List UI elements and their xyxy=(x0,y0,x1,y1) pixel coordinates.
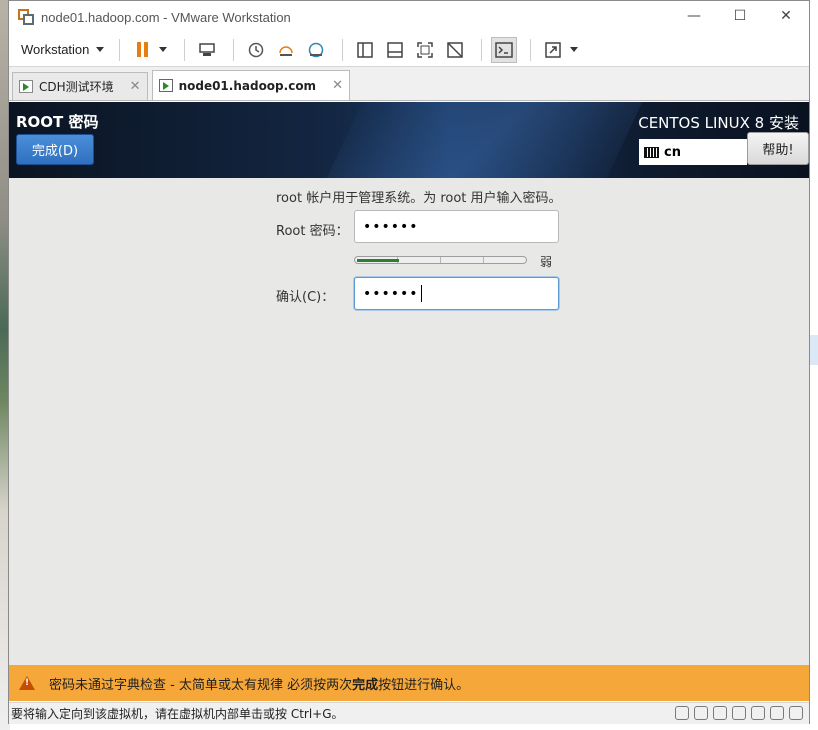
root-password-label: Root 密码： xyxy=(276,224,349,239)
warning-icon xyxy=(19,676,35,690)
snapshot-manager-icon xyxy=(309,42,324,57)
printer-icon[interactable] xyxy=(770,706,784,720)
revert-snapshot-icon xyxy=(279,45,294,56)
toolbar-separator xyxy=(481,38,483,61)
power-dropdown-icon[interactable] xyxy=(159,47,168,52)
library-button[interactable] xyxy=(352,37,378,63)
vm-running-icon xyxy=(158,79,173,92)
form-description: root 帐户用于管理系统。为 root 用户输入密码。 xyxy=(276,191,562,206)
root-password-value: •••••• xyxy=(363,218,419,235)
tab-close-icon[interactable]: ✕ xyxy=(332,78,343,93)
warning-bar: 密码未通过字典检查 - 太简单或太有规律 必须按两次完成按钮进行确认。 xyxy=(9,665,809,701)
chevron-down-icon xyxy=(96,47,105,52)
stretch-dropdown-icon[interactable] xyxy=(570,47,579,52)
root-password-form: root 帐户用于管理系统。为 root 用户输入密码。 Root 密码： ••… xyxy=(9,178,809,665)
window-title: node01.hadoop.com - VMware Workstation xyxy=(41,9,291,25)
pause-icon xyxy=(136,42,148,57)
fullscreen-icon xyxy=(417,41,434,58)
sound-icon[interactable] xyxy=(751,706,765,720)
revert-snapshot-button[interactable] xyxy=(273,37,299,63)
network-icon[interactable] xyxy=(713,706,727,720)
thumbnail-bar-button[interactable] xyxy=(382,37,408,63)
header-decoration xyxy=(306,102,652,178)
workstation-menu-label: Workstation xyxy=(21,42,90,57)
window-controls: — ☐ ✕ xyxy=(671,1,809,31)
confirm-password-label: 确认(C)： xyxy=(276,290,335,305)
toolbar-separator xyxy=(119,38,121,61)
pause-button[interactable] xyxy=(129,37,155,63)
strength-segment xyxy=(441,257,484,263)
toolbar-separator xyxy=(342,38,344,61)
warning-text: 密码未通过字典检查 - 太简单或太有规律 必须按两次完成按钮进行确认。 xyxy=(49,674,469,693)
unity-button[interactable] xyxy=(442,37,468,63)
done-button[interactable]: 完成(D) xyxy=(16,134,94,165)
library-icon xyxy=(357,41,374,58)
status-text: 要将输入定向到该虚拟机，请在虚拟机内部单击或按 Ctrl+G。 xyxy=(11,707,344,721)
installer-header: ROOT 密码 完成(D) CENTOS LINUX 8 安装 cn 帮助! xyxy=(9,102,809,178)
toolbar-separator xyxy=(184,38,186,61)
workstation-menu[interactable]: Workstation xyxy=(15,38,110,61)
toolbar-separator xyxy=(233,38,235,61)
tab-close-icon[interactable]: ✕ xyxy=(130,79,141,94)
cd-dvd-icon[interactable] xyxy=(694,706,708,720)
snapshot-button[interactable] xyxy=(243,37,269,63)
confirm-password-value: •••••• xyxy=(363,285,419,302)
help-button[interactable]: 帮助! xyxy=(747,132,809,165)
vm-tabs: CDH测试环境 ✕ node01.hadoop.com ✕ xyxy=(9,67,809,101)
password-strength-label: 弱 xyxy=(540,255,553,269)
stretch-button[interactable] xyxy=(540,37,566,63)
keyboard-icon xyxy=(644,146,659,158)
toolbar: Workstation xyxy=(9,33,809,67)
keyboard-layout-indicator[interactable]: cn xyxy=(639,139,747,165)
password-strength-bar xyxy=(354,256,527,264)
close-button[interactable]: ✕ xyxy=(763,1,809,31)
root-password-field[interactable]: •••••• xyxy=(354,210,559,243)
text-cursor xyxy=(420,285,422,302)
vm-console[interactable]: ROOT 密码 完成(D) CENTOS LINUX 8 安装 cn 帮助! r… xyxy=(9,102,809,665)
snapshot-manager-button[interactable] xyxy=(303,37,329,63)
confirm-password-field[interactable]: •••••• xyxy=(354,277,559,310)
send-ctrl-alt-del-button[interactable] xyxy=(194,37,220,63)
unity-icon xyxy=(447,41,464,58)
console-icon xyxy=(495,41,514,58)
vm-icon xyxy=(19,80,33,93)
tab-node01[interactable]: node01.hadoop.com ✕ xyxy=(151,70,350,100)
desktop-highlight xyxy=(809,335,818,365)
usb-icon[interactable] xyxy=(732,706,746,720)
toolbar-separator xyxy=(530,38,532,61)
tab-label: CDH测试环境 xyxy=(39,80,114,94)
desktop-background-right xyxy=(809,0,818,730)
strength-segment xyxy=(398,257,441,263)
tab-cdh-env[interactable]: CDH测试环境 ✕ xyxy=(12,72,148,100)
display-icon[interactable] xyxy=(789,706,803,720)
keyboard-layout-label: cn xyxy=(664,144,681,160)
status-bar: 要将输入定向到该虚拟机，请在虚拟机内部单击或按 Ctrl+G。 xyxy=(9,702,809,724)
warning-text-part: 按钮进行确认。 xyxy=(378,677,470,693)
title-bar: node01.hadoop.com - VMware Workstation —… xyxy=(9,1,809,33)
snapshot-icon xyxy=(249,42,264,57)
product-title: CENTOS LINUX 8 安装 xyxy=(638,114,799,132)
strength-fill xyxy=(357,259,399,262)
device-icons xyxy=(675,706,803,720)
vmware-app-icon xyxy=(18,9,34,25)
thumbnail-icon xyxy=(387,41,404,58)
hard-disk-icon[interactable] xyxy=(675,706,689,720)
fullscreen-button[interactable] xyxy=(412,37,438,63)
warning-text-part: 密码未通过字典检查 - 太简单或太有规律 必须按两次 xyxy=(49,677,353,693)
strength-segment xyxy=(484,257,526,263)
send-ctrl-alt-del-icon xyxy=(199,42,216,56)
minimize-button[interactable]: — xyxy=(671,1,717,31)
warning-text-bold: 完成 xyxy=(352,677,379,693)
maximize-button[interactable]: ☐ xyxy=(717,1,763,31)
tab-label: node01.hadoop.com xyxy=(178,78,317,93)
page-title: ROOT 密码 xyxy=(16,113,99,131)
stretch-icon xyxy=(545,41,562,58)
vmware-window: node01.hadoop.com - VMware Workstation —… xyxy=(8,0,810,724)
console-view-button[interactable] xyxy=(491,36,518,63)
